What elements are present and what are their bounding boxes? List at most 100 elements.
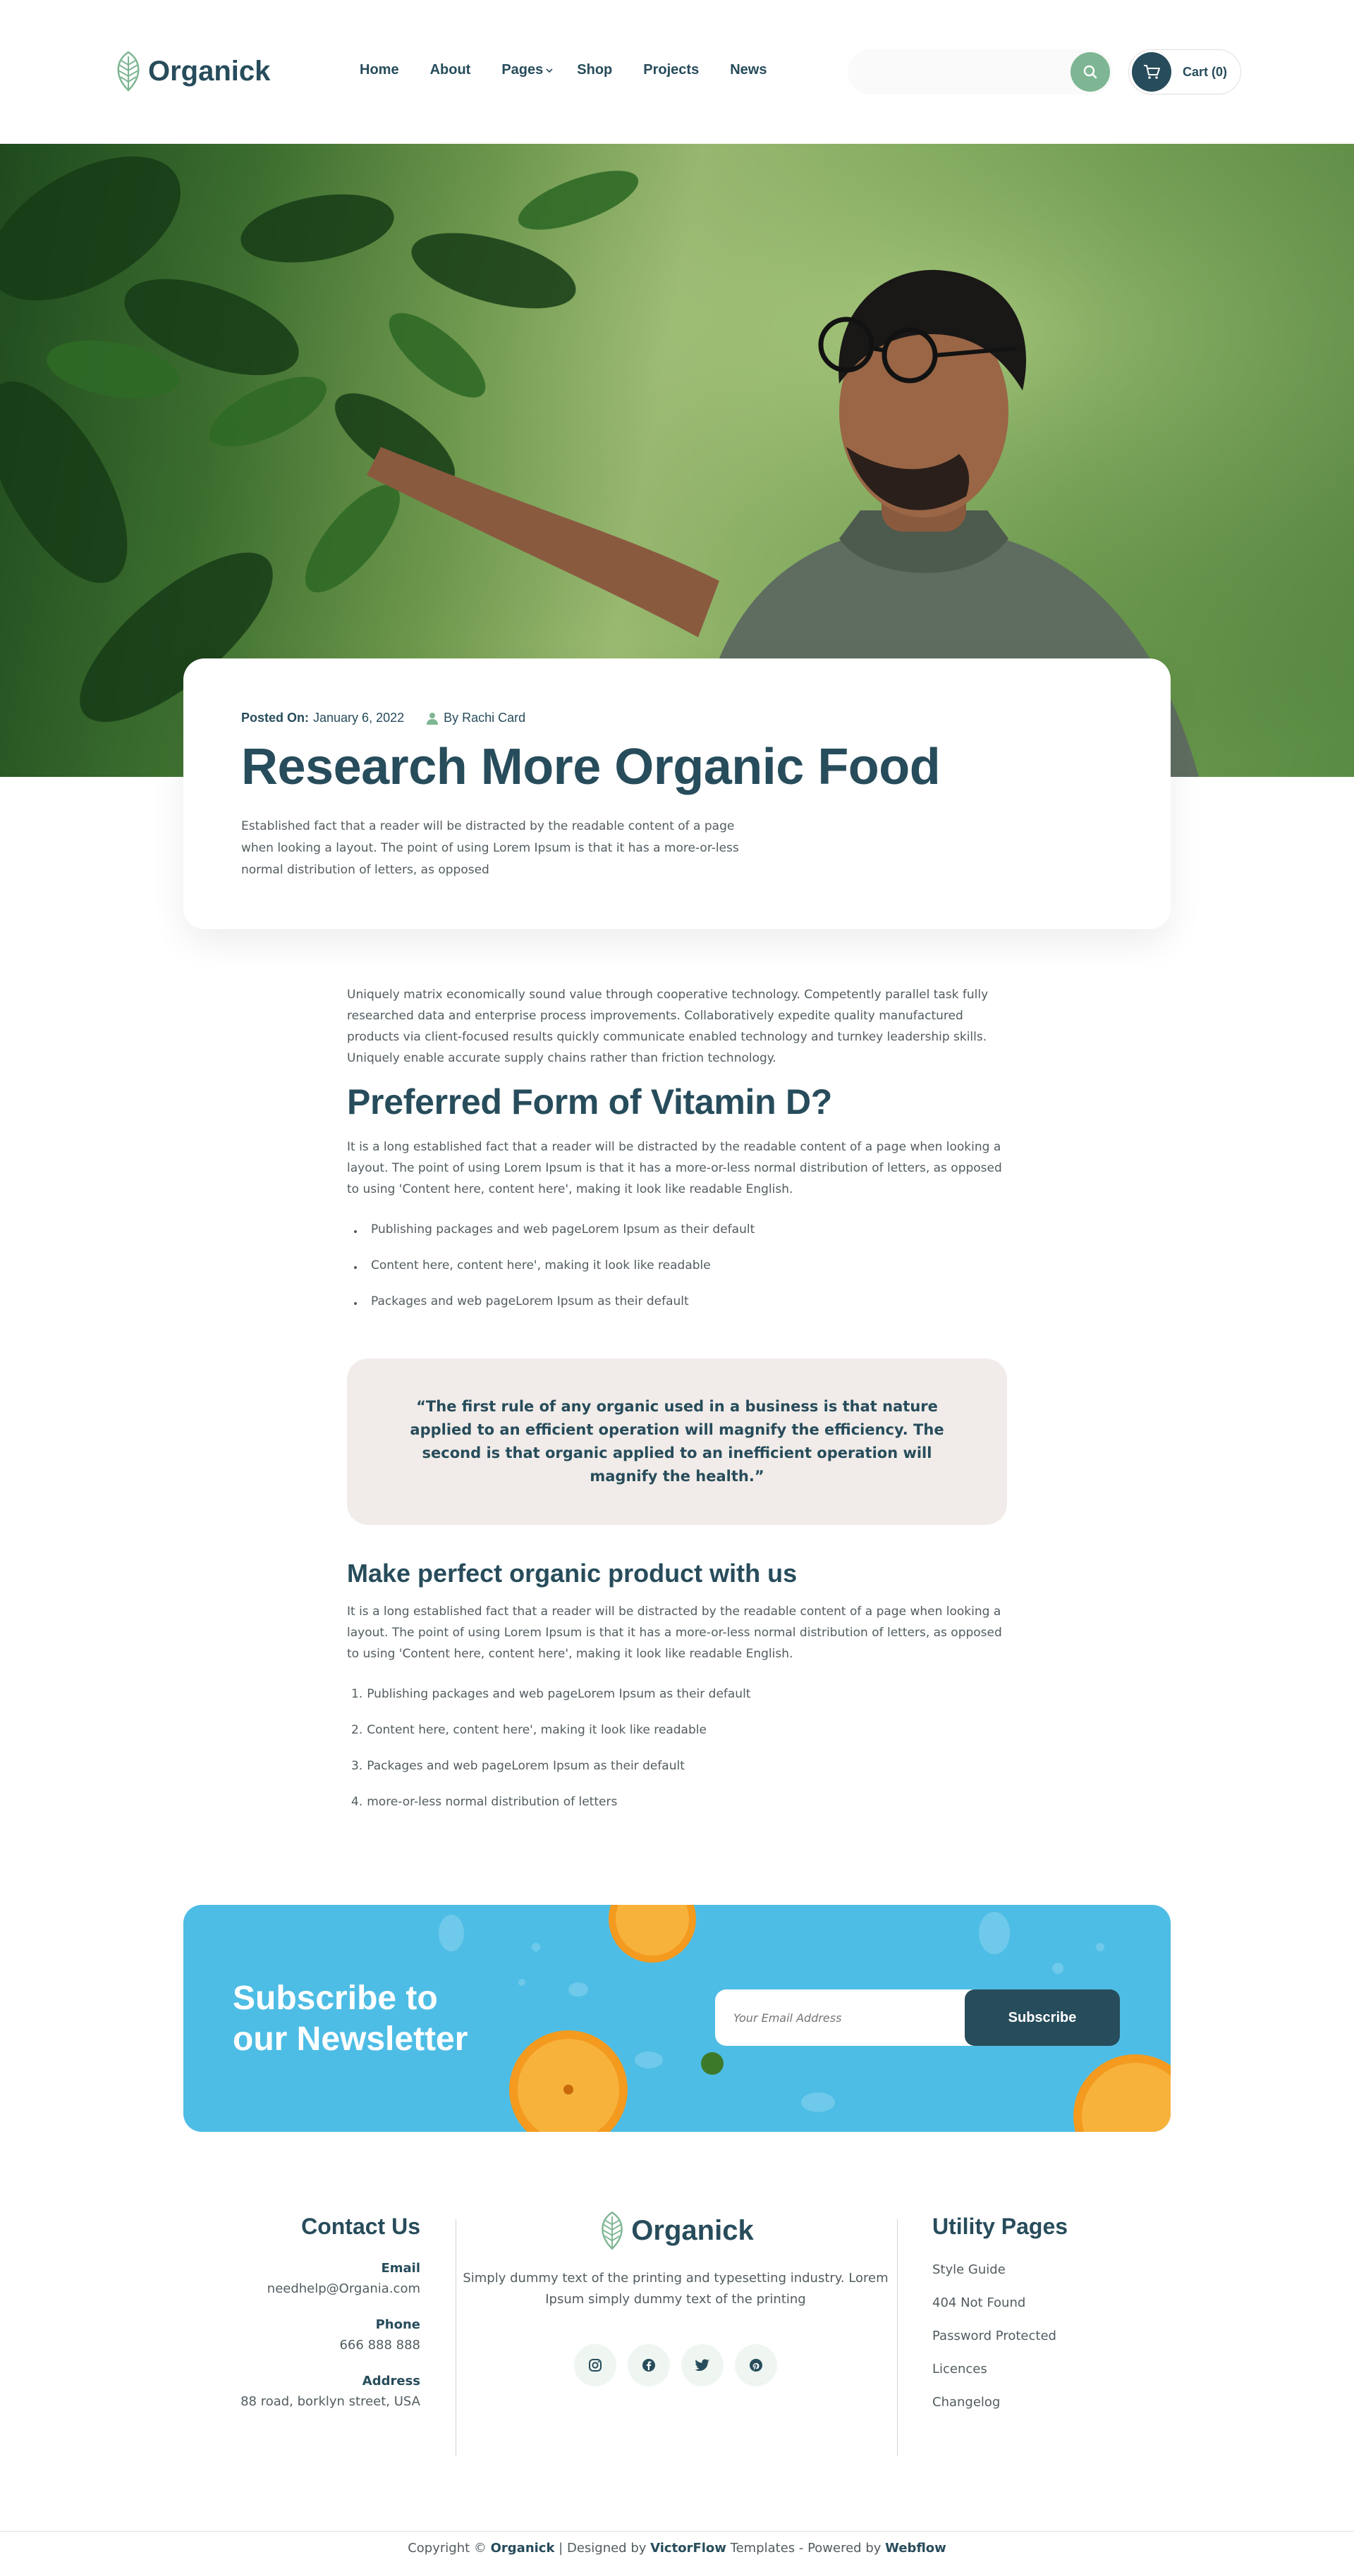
pinterest-link[interactable] xyxy=(735,2344,777,2386)
list-item: 3. Packages and web pageLorem Ipsum as th… xyxy=(347,1759,1007,1795)
brand-name: Organick xyxy=(148,55,271,87)
list-item: 1. Publishing packages and web pageLorem … xyxy=(347,1687,1007,1723)
copyright-designer[interactable]: VictorFlow xyxy=(650,2541,726,2556)
list-number: 4. xyxy=(351,1795,363,1809)
pinterest-icon xyxy=(750,2359,762,2372)
author-name: By Rachi Card xyxy=(444,711,526,725)
nav-news[interactable]: News xyxy=(730,62,767,78)
brand-logo[interactable]: Organick xyxy=(113,51,270,92)
post-author[interactable]: By Rachi Card xyxy=(427,711,525,725)
footer-link-password-protected[interactable]: Password Protected xyxy=(932,2329,1068,2343)
bullet-icon xyxy=(354,1302,357,1305)
section-heading: Preferred Form of Vitamin D? xyxy=(347,1082,833,1122)
search-button[interactable] xyxy=(1071,52,1110,92)
list-item: Publishing packages and web pageLorem Ip… xyxy=(347,1222,1007,1258)
copyright-prefix: Copyright © xyxy=(408,2541,491,2556)
quote-text: “The first rule of any organic used in a… xyxy=(410,1398,944,1485)
post-date: January 6, 2022 xyxy=(313,711,405,725)
copyright-brand[interactable]: Organick xyxy=(491,2541,555,2556)
newsletter-title-line1: Subscribe to xyxy=(233,1980,438,2017)
article-paragraph: It is a long established fact that a rea… xyxy=(347,1140,1002,1196)
posted-label: Posted On: xyxy=(241,711,310,725)
footer-divider xyxy=(897,2219,898,2456)
blockquote: “The first rule of any organic used in a… xyxy=(347,1358,1007,1525)
facebook-link[interactable] xyxy=(628,2344,670,2386)
list-item-text: Content here, content here', making it l… xyxy=(371,1258,711,1272)
copyright-designed-by: | Designed by xyxy=(554,2541,651,2556)
footer-link-licences[interactable]: Licences xyxy=(932,2362,1068,2376)
main-nav: Home About Pages Shop Projects News xyxy=(360,62,798,78)
nav-pages[interactable]: Pages xyxy=(501,62,553,78)
cart-button[interactable]: Cart (0) xyxy=(1128,49,1241,94)
search-input[interactable] xyxy=(848,49,1113,94)
list-item-text: more-or-less normal distribution of lett… xyxy=(367,1795,618,1809)
newsletter-title-line2: our Newsletter xyxy=(233,2020,468,2058)
copyright-platform[interactable]: Webflow xyxy=(885,2541,946,2556)
nav-pages-label: Pages xyxy=(501,62,544,78)
site-header: Organick Home About Pages Shop Projects … xyxy=(0,0,1354,144)
footer-logo[interactable]: Organick xyxy=(597,2211,754,2250)
list-item: 4. more-or-less normal distribution of le… xyxy=(347,1795,1007,1831)
footer-brand-name: Organick xyxy=(631,2214,754,2246)
footer-heading: Contact Us xyxy=(301,2214,420,2239)
search-icon xyxy=(1083,65,1097,79)
numbered-list: 1. Publishing packages and web pageLorem … xyxy=(347,1687,1007,1831)
nav-home[interactable]: Home xyxy=(360,62,399,78)
article-paragraph: It is a long established fact that a rea… xyxy=(347,1605,1002,1661)
list-item-text: Packages and web pageLorem Ipsum as thei… xyxy=(371,1294,689,1308)
section-heading: Make perfect organic product with us xyxy=(347,1559,798,1588)
footer-link-style-guide[interactable]: Style Guide xyxy=(932,2262,1068,2277)
copyright-divider xyxy=(0,2531,1354,2532)
site-footer: Contact Us Email needhelp@Organia.com Ph… xyxy=(0,2164,1354,2531)
instagram-icon xyxy=(589,2359,602,2372)
list-item-text: Publishing packages and web pageLorem Ip… xyxy=(371,1222,755,1237)
phone-label: Phone xyxy=(375,2317,420,2332)
facebook-icon xyxy=(642,2359,655,2372)
footer-contact: Contact Us Email needhelp@Organia.com Ph… xyxy=(226,2214,420,2409)
footer-link-changelog[interactable]: Changelog xyxy=(932,2395,1068,2410)
instagram-link[interactable] xyxy=(574,2344,616,2386)
footer-utility-pages: Utility Pages Style Guide 404 Not Found … xyxy=(932,2214,1068,2410)
footer-link-404[interactable]: 404 Not Found xyxy=(932,2295,1068,2310)
newsletter-banner: Subscribe to our Newsletter Subscribe xyxy=(183,1905,1171,2132)
footer-heading: Utility Pages xyxy=(932,2214,1068,2239)
post-meta: Posted On: January 6, 2022 By Rachi Card xyxy=(241,711,1114,725)
newsletter-title: Subscribe to our Newsletter xyxy=(233,1978,468,2060)
nav-shop[interactable]: Shop xyxy=(577,62,612,78)
user-icon xyxy=(427,712,439,725)
email-label: Email xyxy=(381,2261,420,2276)
list-item: 2. Content here, content here', making it… xyxy=(347,1723,1007,1759)
bullet-list: Publishing packages and web pageLorem Ip… xyxy=(347,1222,1007,1330)
leaf-logo-icon xyxy=(117,51,140,92)
post-intro-card: Posted On: January 6, 2022 By Rachi Card… xyxy=(183,658,1171,929)
cart-label: Cart (0) xyxy=(1183,64,1228,79)
chevron-down-icon xyxy=(546,68,553,73)
footer-brand-block: Organick Simply dummy text of the printi… xyxy=(456,2211,896,2386)
article-paragraph: Uniquely matrix economically sound value… xyxy=(347,988,989,1065)
article-body: Uniquely matrix economically sound value… xyxy=(347,984,1007,1831)
page-title: Research More Organic Food xyxy=(241,739,941,795)
list-item-text: Packages and web pageLorem Ipsum as thei… xyxy=(367,1759,685,1773)
nav-about[interactable]: About xyxy=(430,62,471,78)
copyright-text: Copyright © Organick | Designed by Victo… xyxy=(0,2541,1354,2556)
social-links xyxy=(456,2344,896,2386)
list-item: Content here, content here', making it l… xyxy=(347,1258,1007,1294)
nav-projects[interactable]: Projects xyxy=(643,62,699,78)
list-item-text: Content here, content here', making it l… xyxy=(367,1723,707,1737)
footer-about-text: Simply dummy text of the printing and ty… xyxy=(463,2271,889,2307)
twitter-icon xyxy=(695,2359,709,2371)
leaf-logo-icon xyxy=(602,2211,623,2250)
list-item-text: Publishing packages and web pageLorem Ip… xyxy=(367,1687,751,1701)
copyright-powered-by: Templates - Powered by xyxy=(726,2541,886,2556)
list-item: Packages and web pageLorem Ipsum as thei… xyxy=(347,1294,1007,1330)
cart-icon xyxy=(1132,52,1171,92)
email-value[interactable]: needhelp@Organia.com xyxy=(226,2281,420,2296)
bullet-icon xyxy=(354,1230,357,1233)
address-label: Address xyxy=(362,2374,420,2388)
twitter-link[interactable] xyxy=(681,2344,724,2386)
list-number: 3. xyxy=(351,1759,363,1773)
bullet-icon xyxy=(354,1266,357,1269)
phone-value[interactable]: 666 888 888 xyxy=(226,2338,420,2353)
subscribe-button[interactable]: Subscribe xyxy=(965,1989,1120,2046)
intro-text: Established fact that a reader will be d… xyxy=(241,818,739,877)
